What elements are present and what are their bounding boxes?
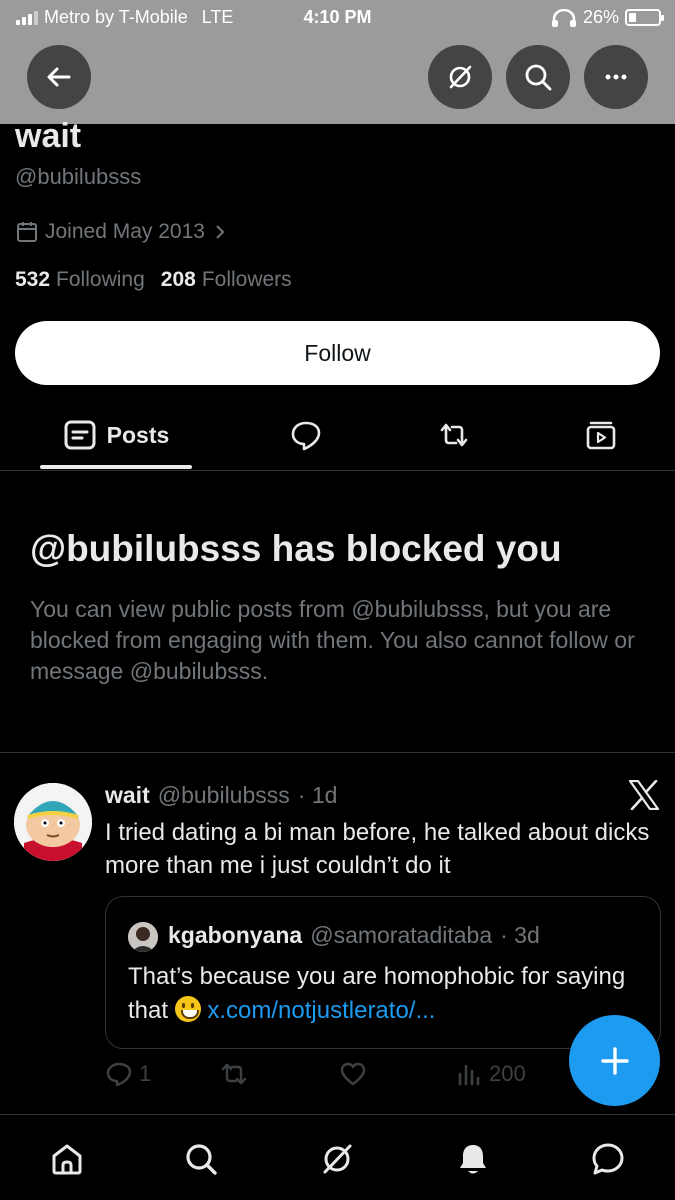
repost-icon [440, 423, 468, 447]
tweet-actions: 1 200 [105, 1060, 565, 1096]
headphones-icon [551, 8, 576, 27]
battery-percent: 26% [582, 7, 619, 27]
views-action[interactable]: 200 [455, 1060, 526, 1088]
nav-messages[interactable] [588, 1139, 628, 1179]
followers-label: Followers [201, 268, 292, 291]
media-icon [586, 421, 616, 450]
nav-grok[interactable] [317, 1139, 357, 1179]
quote-avatar [128, 922, 158, 952]
tab-replies[interactable] [270, 400, 342, 470]
profile-stats: 532 Following 208 Followers [15, 268, 292, 292]
quote-time: · 3d [500, 922, 540, 948]
tweet-time: · 1d [297, 782, 338, 808]
tab-posts-label: Posts [106, 421, 170, 448]
profile-tabs: Posts [0, 400, 675, 471]
joined-label: Joined May 2013 [45, 220, 205, 243]
tweet-text: I tried dating a bi man before, he talke… [105, 819, 650, 879]
search-icon [525, 64, 552, 91]
search-button[interactable] [506, 45, 570, 109]
profile-name: wait [15, 117, 82, 155]
quote-text: That’s because you are homophobic for sa… [128, 960, 648, 1028]
more-icon [605, 74, 627, 80]
x-logo-icon [628, 780, 660, 810]
tab-reposts[interactable] [418, 400, 490, 470]
quote-link[interactable]: x.com/notjustlerato/... [207, 997, 435, 1024]
home-icon [52, 1144, 82, 1175]
grok-icon [449, 65, 472, 89]
posts-icon [64, 420, 96, 450]
tweet-author-name[interactable]: wait [105, 782, 150, 809]
compose-button[interactable] [569, 1015, 660, 1106]
reply-icon [106, 1062, 132, 1087]
quote-author-handle: @samorataditaba [310, 922, 493, 948]
blocked-description: You can view public posts from @bubilubs… [30, 596, 635, 684]
battery-icon [625, 9, 664, 26]
quoted-tweet[interactable]: kgabonyana @samorataditaba · 3d That’s b… [105, 896, 661, 1049]
joined-date[interactable]: Joined May 2013 [15, 220, 229, 244]
quote-avatar-image [128, 922, 158, 952]
back-button[interactable] [27, 45, 91, 109]
reply-action[interactable]: 1 [105, 1060, 151, 1088]
nav-notifications[interactable] [453, 1139, 493, 1179]
more-button[interactable] [584, 45, 648, 109]
plus-icon [600, 1046, 629, 1075]
chat-bubble-icon [592, 1143, 624, 1175]
like-action[interactable] [339, 1060, 367, 1088]
status-bar: Metro by T-Mobile LTE 4:10 PM 26% [0, 0, 675, 36]
followers-stat[interactable]: 208 Followers [161, 268, 292, 292]
blocked-title: @bubilubsss has blocked you [30, 528, 562, 569]
profile-handle: @bubilubsss [15, 164, 142, 189]
nav-home[interactable] [47, 1139, 87, 1179]
following-count: 532 [15, 268, 51, 291]
tweet-author-handle[interactable]: @bubilubsss [158, 782, 290, 809]
grok-icon [323, 1144, 352, 1174]
repost-icon [221, 1063, 247, 1085]
bell-icon [460, 1145, 486, 1174]
reply-count: 1 [139, 1061, 152, 1086]
divider [0, 752, 675, 753]
grok-button[interactable] [428, 45, 492, 109]
following-label: Following [56, 268, 145, 291]
grinning-emoji-icon [174, 996, 201, 1022]
avatar[interactable] [14, 783, 92, 861]
nav-search[interactable] [181, 1139, 221, 1179]
back-arrow-icon [47, 67, 71, 87]
views-count: 200 [489, 1061, 526, 1086]
reply-bubble-icon [291, 421, 321, 451]
following-stat[interactable]: 532 Following [15, 268, 145, 292]
heart-icon [340, 1062, 366, 1086]
calendar-icon [17, 222, 37, 242]
views-icon [458, 1064, 480, 1086]
search-icon [186, 1144, 217, 1175]
tab-media[interactable] [565, 400, 637, 470]
quote-header: kgabonyana @samorataditaba · 3d [168, 922, 540, 949]
followers-count: 208 [160, 268, 196, 291]
bottom-nav [0, 1114, 675, 1200]
top-header: Metro by T-Mobile LTE 4:10 PM 26% [0, 0, 675, 124]
follow-button[interactable]: Follow [15, 321, 660, 385]
tweet-header: wait @bubilubsss · 1d [105, 782, 337, 809]
avatar-image [14, 783, 92, 861]
quote-author-name: kgabonyana [168, 922, 303, 948]
tab-posts[interactable]: Posts [40, 400, 192, 470]
chevron-right-icon [216, 225, 225, 239]
repost-action[interactable] [220, 1060, 248, 1088]
